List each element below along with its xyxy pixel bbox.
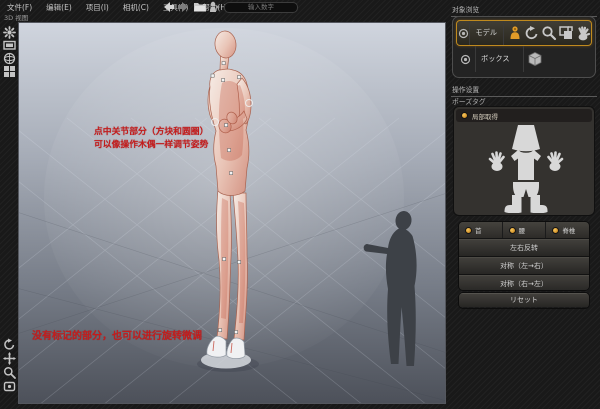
right-panel: 对象浏览 モデル: [448, 0, 600, 409]
shorts-part-icon: [513, 182, 539, 197]
right-boot-part-icon: [531, 195, 548, 213]
annotation-joints-line2: 可以像操作木偶一样调节姿势: [94, 139, 208, 152]
rotate-camera-icon[interactable]: [3, 338, 16, 351]
frame-view-icon[interactable]: [3, 380, 16, 393]
left-toolbar: [0, 22, 18, 409]
toggle-spine-label: 脊椎: [562, 225, 575, 235]
menu-edit[interactable]: 编辑(E): [39, 2, 79, 13]
cube-icon[interactable]: [527, 51, 543, 67]
mirror-panel: 首 腰 脊椎 左右反转 对称（左→右） 对称（右→左）: [458, 221, 590, 291]
globe-view-icon[interactable]: [3, 52, 16, 65]
pan-camera-icon[interactable]: [3, 352, 16, 365]
toggle-spine[interactable]: 脊椎: [546, 222, 589, 238]
orange-toggle-icon: [465, 227, 472, 234]
flip-horizontal-button[interactable]: 左右反转: [459, 239, 589, 257]
back-arrow-icon[interactable]: [162, 1, 175, 13]
skirt-part-icon: [512, 125, 540, 151]
object-row-model[interactable]: モデル: [456, 20, 592, 46]
pose-tag-panel: 局部取得: [453, 106, 595, 216]
left-hand-part-icon: [490, 153, 504, 172]
screen-view-icon[interactable]: [3, 39, 16, 52]
orange-toggle-icon: [461, 112, 468, 119]
move-tool-icon[interactable]: [558, 25, 574, 41]
object-label-model: モデル: [470, 21, 504, 45]
doll-pose-tool-icon[interactable]: [507, 25, 523, 41]
menu-file[interactable]: 文件(F): [0, 2, 39, 13]
reset-button[interactable]: リセット: [459, 293, 589, 307]
shirt-part-icon: [511, 150, 541, 180]
zoom-camera-icon[interactable]: [3, 366, 16, 379]
toggle-waist-label: 腰: [519, 225, 526, 235]
pose-tag-title: ポーズタグ: [452, 96, 486, 106]
toggle-neck-label: 首: [475, 225, 482, 235]
quad-view-icon[interactable]: [3, 65, 16, 78]
annotation-joints: 点中关节部分（方块和圆圈） 可以像操作木偶一样调节姿势: [94, 126, 208, 151]
number-input[interactable]: [224, 2, 298, 13]
visibility-eye-icon[interactable]: [456, 46, 476, 72]
annotation-joints-line1: 点中关节部分（方块和圆圈）: [94, 126, 208, 139]
menu-project[interactable]: 项目(I): [79, 2, 116, 13]
visibility-eye-icon[interactable]: [457, 21, 470, 45]
forward-arrow-icon[interactable]: [177, 1, 190, 13]
hand-tool-icon[interactable]: [575, 25, 591, 41]
3d-scene[interactable]: [19, 23, 446, 404]
export-doll-icon[interactable]: [208, 1, 221, 13]
body-part-selector[interactable]: [456, 123, 596, 213]
toggle-waist[interactable]: 腰: [503, 222, 547, 238]
open-folder-icon[interactable]: [193, 1, 206, 13]
mirror-anchor-toggles: 首 腰 脊椎: [459, 222, 589, 239]
menu-camera[interactable]: 相机(C): [116, 2, 156, 13]
orange-toggle-icon: [509, 227, 516, 234]
pose-tag-header-label: 局部取得: [472, 111, 498, 121]
left-boot-part-icon: [505, 195, 522, 213]
toggle-neck[interactable]: 首: [459, 222, 503, 238]
object-row-box[interactable]: ボックス: [456, 46, 592, 72]
3d-viewport[interactable]: 点中关节部分（方块和圆圈） 可以像操作木偶一样调节姿势 没有标记的部分，也可以进…: [18, 22, 446, 404]
object-label-box: ボックス: [476, 46, 524, 72]
reset-panel: リセット: [458, 292, 590, 309]
render-settings-icon[interactable]: [3, 26, 16, 39]
zoom-tool-icon[interactable]: [541, 25, 557, 41]
orange-toggle-icon: [552, 227, 559, 234]
box-tools: [524, 51, 543, 67]
annotation-rotate-hint: 没有标记的部分，也可以进行旋转微调: [32, 331, 202, 344]
pose-tag-header[interactable]: 局部取得: [456, 109, 592, 122]
model-tools: [504, 25, 591, 41]
right-hand-part-icon: [549, 153, 563, 172]
mirror-right-to-left-button[interactable]: 对称（右→左）: [459, 275, 589, 291]
rotate-tool-icon[interactable]: [524, 25, 540, 41]
object-browser: モデル: [452, 16, 596, 78]
app-window: 文件(F) 编辑(E) 项目(I) 相机(C) 工具(T) 帮助(H) 3D 视…: [0, 0, 600, 409]
mirror-left-to-right-button[interactable]: 对称（左→右）: [459, 257, 589, 275]
tab-3d-view[interactable]: 3D 视图: [4, 14, 28, 22]
